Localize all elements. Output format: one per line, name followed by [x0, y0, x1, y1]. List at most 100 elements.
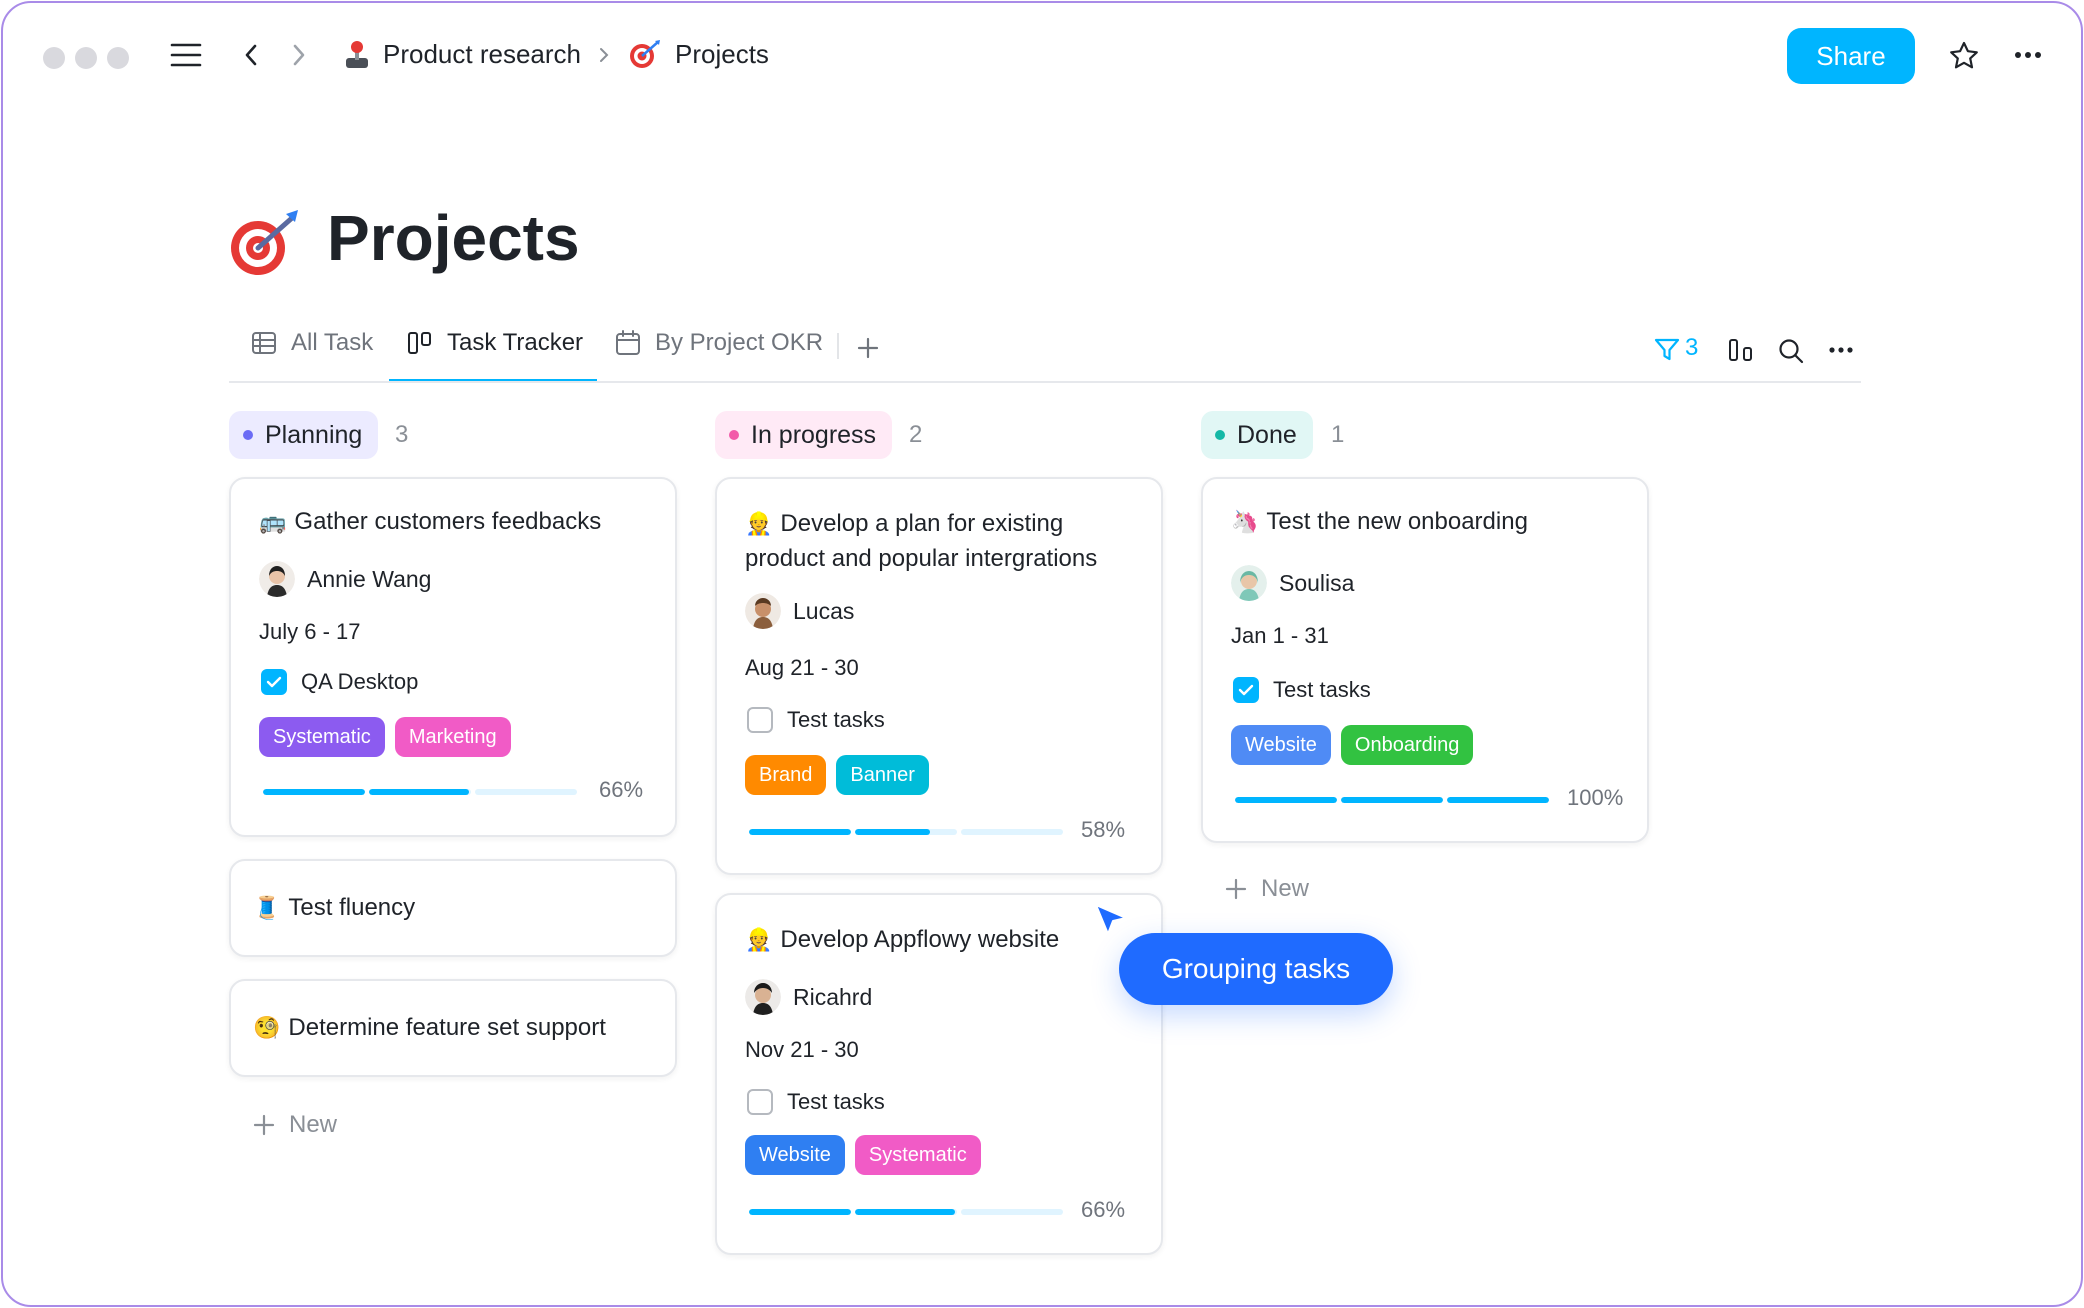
tag-list: Website Systematic — [745, 1135, 981, 1175]
progress-percent: 100% — [1567, 785, 1624, 810]
column-header-in-progress[interactable]: In progress — [715, 411, 893, 459]
progress-bar — [1235, 797, 1549, 803]
window-zoom-dot[interactable] — [107, 47, 129, 69]
column-header-planning[interactable]: Planning — [229, 411, 379, 459]
card-title: 🚌 Gather customers feedbacks — [259, 505, 601, 540]
column-count: 3 — [395, 421, 409, 448]
search-icon[interactable] — [1777, 337, 1805, 365]
tab-by-project-okr[interactable]: By Project OKR — [615, 329, 823, 357]
progress-percent: 66% — [1081, 1197, 1126, 1222]
task-card[interactable]: 👷 Develop Appflowy website Ricahrd Nov 21… — [715, 893, 1163, 1255]
filter-icon[interactable] — [1653, 337, 1681, 363]
progress-percent: 66% — [599, 777, 644, 802]
breadcrumb-chevron-icon — [597, 45, 611, 65]
tab-label: All Task — [291, 329, 374, 356]
column-count: 2 — [909, 421, 923, 448]
bus-icon: 🚌 — [259, 510, 287, 535]
progress-bar — [749, 1209, 1063, 1215]
task-card[interactable]: 🧵 Test fluency — [229, 859, 677, 957]
tag[interactable]: Marketing — [394, 717, 511, 757]
checkbox-checked-icon[interactable] — [261, 669, 287, 695]
card-title: 👷 Develop Appflowy website — [745, 923, 1059, 958]
target-icon — [627, 37, 663, 71]
card-date: Jan 1 - 31 — [1231, 623, 1329, 648]
avatar — [745, 593, 781, 629]
tag-list: Systematic Marketing — [259, 717, 511, 757]
checklist-label: Test tasks — [787, 707, 885, 732]
tag[interactable]: Banner — [836, 755, 929, 795]
card-date: Aug 21 - 30 — [745, 655, 859, 680]
tabs-divider — [229, 381, 1861, 383]
task-card[interactable]: 🧐 Determine feature set support — [229, 979, 677, 1077]
tag[interactable]: Website — [745, 1135, 845, 1175]
avatar — [1231, 565, 1267, 601]
task-card[interactable]: 🦄 Test the new onboarding Soulisa Jan 1 -… — [1201, 477, 1649, 843]
avatar — [745, 979, 781, 1015]
plus-icon — [1225, 878, 1247, 900]
column-header-done[interactable]: Done — [1201, 411, 1313, 459]
checklist-label: Test tasks — [1273, 677, 1371, 702]
breadcrumb-current[interactable]: Projects — [675, 39, 769, 70]
breadcrumb-parent[interactable]: Product research — [383, 39, 581, 70]
checklist-item[interactable]: Test tasks — [747, 1089, 885, 1115]
assignee[interactable]: Annie Wang — [259, 561, 431, 597]
page-title: Projects — [327, 202, 580, 274]
card-title-text: Test fluency — [288, 894, 416, 921]
window-minimize-dot[interactable] — [75, 47, 97, 69]
assignee-name: Soulisa — [1279, 569, 1355, 596]
share-button[interactable]: Share — [1787, 28, 1915, 84]
card-title: 🦄 Test the new onboarding — [1231, 505, 1528, 540]
status-dot — [729, 430, 739, 440]
more-options-icon[interactable] — [2011, 43, 2045, 67]
star-icon[interactable] — [1947, 39, 1981, 73]
status-dot — [1215, 430, 1225, 440]
task-card[interactable]: 🚌 Gather customers feedbacks Annie Wang J… — [229, 477, 677, 837]
column-name: Done — [1237, 420, 1297, 449]
card-title: 👷 Develop a plan for existing product and… — [745, 507, 1097, 576]
new-card-button[interactable]: New — [1225, 875, 1309, 903]
new-label: New — [1261, 875, 1310, 902]
new-card-button[interactable]: New — [253, 1111, 337, 1139]
tag[interactable]: Onboarding — [1340, 725, 1474, 765]
card-title-text: product and popular intergrations — [745, 545, 1098, 572]
assignee[interactable]: Ricahrd — [745, 979, 872, 1015]
card-title: 🧵 Test fluency — [253, 891, 415, 926]
menu-icon[interactable] — [169, 41, 203, 69]
checklist-label: Test tasks — [787, 1089, 885, 1114]
tab-label: By Project OKR — [655, 329, 824, 356]
checklist-label: QA Desktop — [301, 669, 419, 694]
checklist-item[interactable]: Test tasks — [747, 707, 885, 733]
progress-percent: 58% — [1081, 817, 1126, 842]
assignee[interactable]: Soulisa — [1231, 565, 1354, 601]
checkbox-unchecked-icon[interactable] — [747, 707, 773, 733]
tag[interactable]: Systematic — [854, 1135, 981, 1175]
card-title-text: Develop Appflowy website — [780, 926, 1060, 953]
plus-icon — [253, 1114, 275, 1136]
tab-all-task[interactable]: All Task — [251, 329, 373, 357]
board-settings-icon[interactable] — [1727, 337, 1755, 363]
assignee-name: Lucas — [793, 597, 855, 624]
checklist-item[interactable]: QA Desktop — [261, 669, 418, 695]
forward-arrow-icon[interactable] — [287, 43, 311, 67]
add-view-icon[interactable] — [855, 335, 881, 361]
card-title-text: Gather customers feedbacks — [294, 508, 602, 535]
card-title: 🧐 Determine feature set support — [253, 1011, 606, 1046]
checkbox-unchecked-icon[interactable] — [747, 1089, 773, 1115]
column-name: Planning — [265, 420, 363, 449]
card-date: July 6 - 17 — [259, 619, 361, 644]
filter-count[interactable]: 3 — [1685, 334, 1698, 362]
assignee[interactable]: Lucas — [745, 593, 854, 629]
task-card[interactable]: 👷 Develop a plan for existing product and… — [715, 477, 1163, 875]
tag[interactable]: Systematic — [259, 717, 385, 757]
tag[interactable]: Website — [1231, 725, 1331, 765]
column-name: In progress — [751, 420, 877, 449]
thread-icon: 🧵 — [253, 896, 281, 921]
back-arrow-icon[interactable] — [239, 43, 263, 67]
window-close-dot[interactable] — [43, 47, 65, 69]
tab-task-tracker[interactable]: Task Tracker — [407, 329, 583, 357]
tag[interactable]: Brand — [745, 755, 827, 795]
tab-label: Task Tracker — [447, 329, 584, 356]
checklist-item[interactable]: Test tasks — [1233, 677, 1371, 703]
view-more-icon[interactable] — [1827, 343, 1855, 357]
checkbox-checked-icon[interactable] — [1233, 677, 1259, 703]
